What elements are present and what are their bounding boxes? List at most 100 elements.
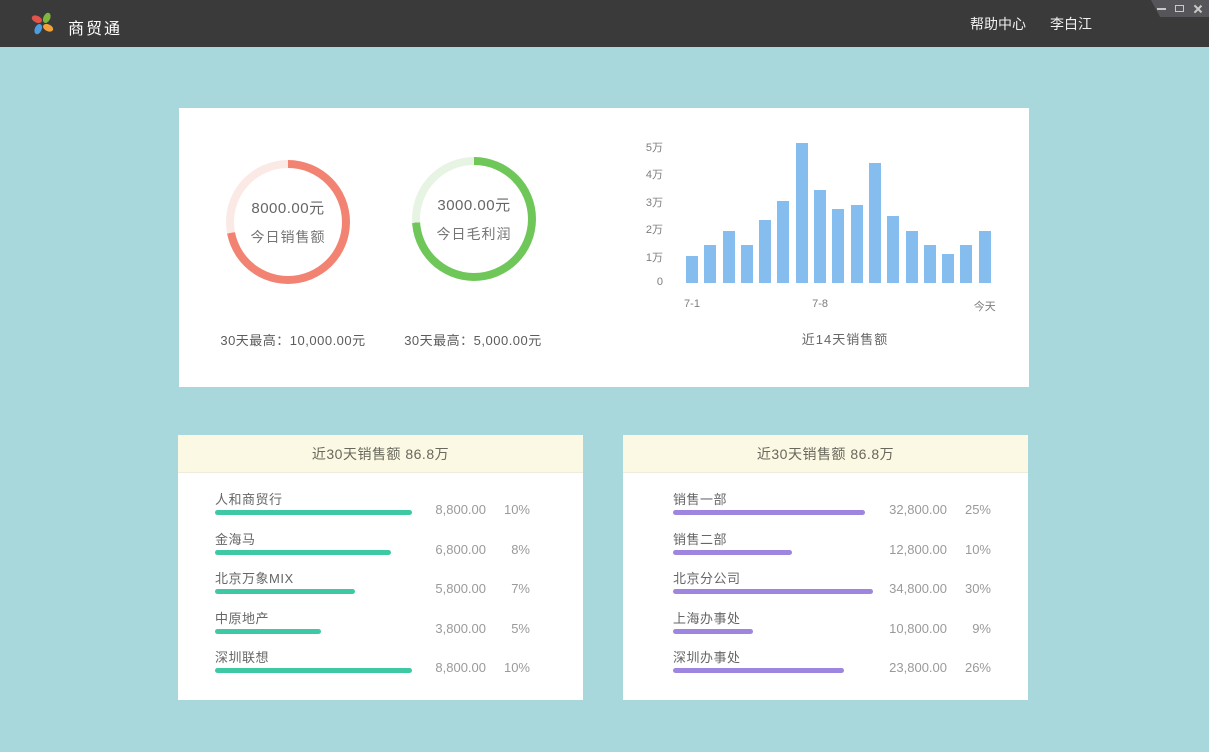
rank-value: 12,800.00 — [889, 542, 947, 557]
rank-value: 8,800.00 — [435, 660, 486, 675]
x-tick-label: 今天 — [974, 298, 996, 314]
y-tick-label: 3万 — [617, 194, 663, 210]
y-tick-label: 4万 — [617, 166, 663, 182]
chart-bar — [851, 205, 863, 283]
y-tick-label: 0 — [617, 276, 663, 288]
user-menu[interactable]: 李白江 — [1050, 14, 1092, 34]
y-tick-label: 1万 — [617, 249, 663, 265]
rank-row: 人和商贸行 8,800.0010% — [215, 486, 530, 526]
chart-bar — [924, 245, 936, 284]
rank-percent: 8% — [486, 542, 530, 557]
rank-row: 深圳联想 8,800.0010% — [215, 644, 530, 684]
titlebar: 商贸通 帮助中心 李白江 — [0, 0, 1209, 47]
desktop-app-window: { "titlebar": { "app_name": "商贸通", "help… — [0, 0, 1209, 752]
app-title: 商贸通 — [68, 15, 122, 39]
chart-title: 近14天销售额 — [739, 329, 951, 348]
rank-numbers: 34,800.0030% — [889, 581, 991, 596]
chart-bar — [869, 163, 881, 283]
minimize-button[interactable] — [1157, 8, 1166, 10]
rank-numbers: 3,800.005% — [435, 621, 530, 636]
rank-percent: 26% — [947, 660, 991, 675]
chart-bar — [979, 231, 991, 283]
x-tick-label: 7-1 — [684, 298, 700, 310]
rank-percent: 25% — [947, 502, 991, 517]
rank-row: 深圳办事处 23,800.0026% — [673, 644, 991, 684]
rank-percent: 10% — [486, 502, 530, 517]
top-menu: 帮助中心 李白江 — [970, 0, 1092, 47]
rank-name: 上海办事处 — [673, 608, 741, 627]
chart-bar — [759, 220, 771, 283]
rank-progress-bar — [215, 668, 412, 673]
today-sales-label: 今日销售额 — [251, 227, 326, 247]
rank-name: 深圳联想 — [215, 647, 269, 666]
chart-bar — [906, 231, 918, 283]
rank-numbers: 8,800.0010% — [435, 660, 530, 675]
rank-percent: 9% — [947, 621, 991, 636]
rank-name: 北京分公司 — [673, 568, 741, 587]
rank-name: 金海马 — [215, 529, 256, 548]
rank-percent: 10% — [486, 660, 530, 675]
y-tick-label: 5万 — [617, 139, 663, 155]
today-profit-label: 今日毛利润 — [437, 224, 512, 244]
rank-value: 6,800.00 — [435, 542, 486, 557]
rank-card-departments: 近30天销售额 86.8万 销售一部 32,800.0025% 销售二部 12,800… — [623, 435, 1028, 700]
rank-row: 销售二部 12,800.0010% — [673, 526, 991, 566]
chart-bar — [741, 245, 753, 284]
rank-card-body: 人和商贸行8,800.0010%金海马6,800.008%北京万象MIX5,80… — [178, 473, 583, 684]
chart-bars — [686, 142, 998, 283]
rank-name: 中原地产 — [215, 608, 269, 627]
app-logo-pinwheel-icon — [29, 10, 56, 37]
y-tick-label: 2万 — [617, 221, 663, 237]
rank-value: 10,800.00 — [889, 621, 947, 636]
rank-card-title: 近30天销售额 86.8万 — [178, 435, 583, 473]
rank-progress-bar — [673, 629, 753, 634]
x-tick-label: 7-8 — [812, 298, 828, 310]
rank-row: 上海办事处 10,800.009% — [673, 605, 991, 645]
close-button[interactable] — [1193, 4, 1202, 13]
rank-row: 中原地产 3,800.005% — [215, 605, 530, 645]
rank-card-title: 近30天销售额 86.8万 — [623, 435, 1028, 473]
rank-name: 销售一部 — [673, 489, 727, 508]
chart-bar — [814, 190, 826, 284]
rank-progress-bar — [215, 550, 391, 555]
rank-value: 8,800.00 — [435, 502, 486, 517]
rank-progress-bar — [215, 629, 321, 634]
today-sales-value: 8000.00元 — [251, 197, 324, 218]
rank-row: 销售一部 32,800.0025% — [673, 486, 991, 526]
rank-name: 人和商贸行 — [215, 489, 283, 508]
rank-row: 金海马 6,800.008% — [215, 526, 530, 566]
today-profit-donut: 3000.00元 今日毛利润 — [412, 157, 536, 281]
rank-value: 23,800.00 — [889, 660, 947, 675]
rank-numbers: 32,800.0025% — [889, 502, 991, 517]
chart-bar — [704, 245, 716, 284]
chart-bar — [832, 209, 844, 283]
maximize-button[interactable] — [1175, 5, 1184, 12]
chart-bar — [887, 216, 899, 283]
rank-progress-bar — [673, 668, 844, 673]
rank-card-customers: 近30天销售额 86.8万 人和商贸行8,800.0010%金海马6,800.0… — [178, 435, 583, 700]
help-center-link[interactable]: 帮助中心 — [970, 14, 1026, 34]
rank-numbers: 10,800.009% — [889, 621, 991, 636]
today-profit-value: 3000.00元 — [437, 194, 510, 215]
overview-card: 8000.00元 今日销售额 30天最高：10,000.00元 3000.00元… — [179, 108, 1029, 387]
chart-bar — [686, 256, 698, 284]
window-controls — [1143, 0, 1209, 17]
chart-bar — [777, 201, 789, 284]
rank-percent: 7% — [486, 581, 530, 596]
rank-percent: 5% — [486, 621, 530, 636]
rank-name: 深圳办事处 — [673, 647, 741, 666]
rank-value: 3,800.00 — [435, 621, 486, 636]
today-sales-donut: 8000.00元 今日销售额 — [226, 160, 350, 284]
rank-value: 32,800.00 — [889, 502, 947, 517]
rank-progress-bar — [215, 510, 412, 515]
rank-row: 北京万象MIX5,800.007% — [215, 565, 530, 605]
rank-percent: 10% — [947, 542, 991, 557]
rank-progress-bar — [673, 589, 873, 594]
chart-bar — [960, 245, 972, 284]
rank-name: 销售二部 — [673, 529, 727, 548]
rank-value: 5,800.00 — [435, 581, 486, 596]
rank-progress-bar — [673, 550, 792, 555]
rank-numbers: 23,800.0026% — [889, 660, 991, 675]
rank-card-body: 销售一部 32,800.0025% 销售二部 12,800.0010% 北京分公司 34,… — [623, 473, 1028, 684]
chart-bar — [942, 254, 954, 283]
